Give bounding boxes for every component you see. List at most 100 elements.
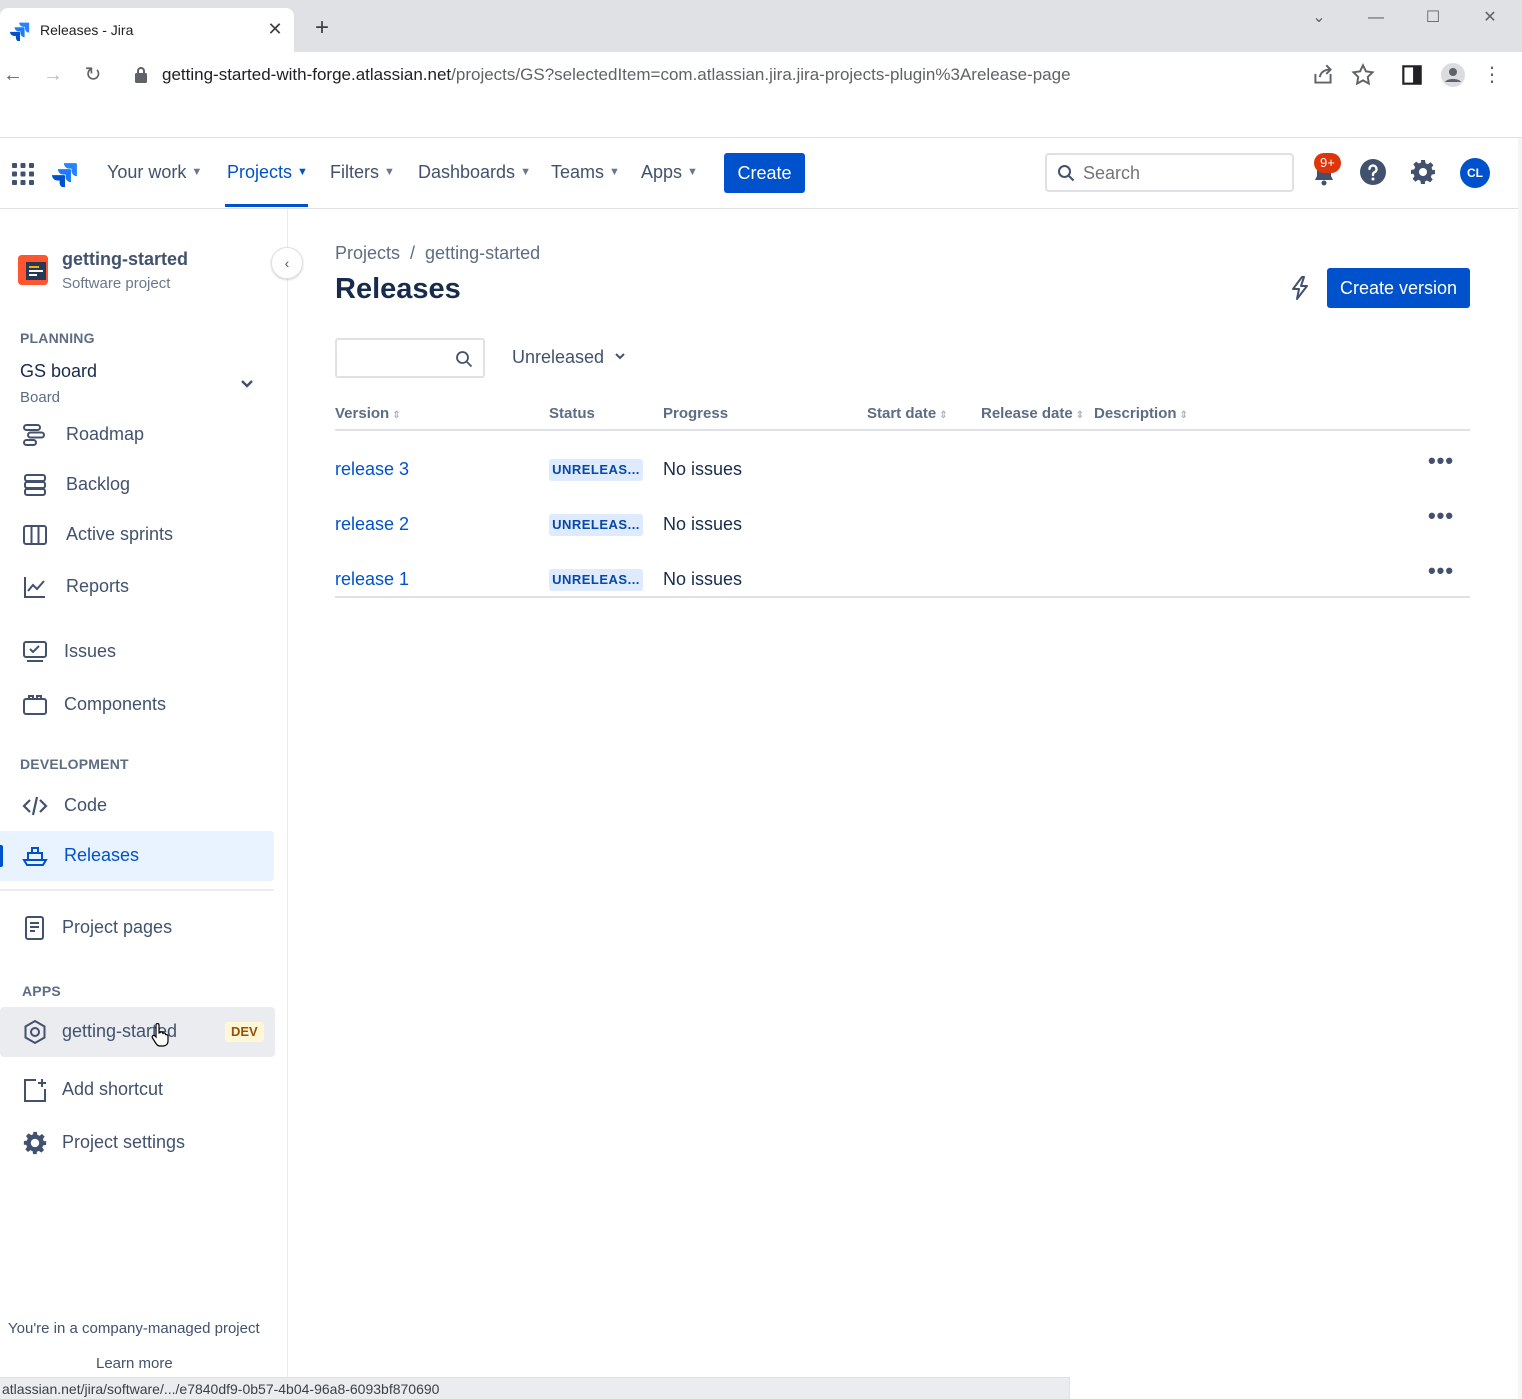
project-name[interactable]: getting-started bbox=[62, 249, 188, 270]
minimize-icon[interactable]: — bbox=[1364, 6, 1388, 30]
column-header-version[interactable]: Version ⇕ bbox=[335, 405, 401, 422]
active-nav-indicator bbox=[225, 204, 308, 207]
search-input[interactable] bbox=[1083, 161, 1283, 185]
collapse-sidebar-button[interactable]: ‹ bbox=[271, 247, 303, 279]
profile-icon[interactable] bbox=[1440, 62, 1466, 88]
sidebar-item-add-shortcut[interactable]: Add shortcut bbox=[0, 1065, 274, 1115]
bookmark-star-icon[interactable] bbox=[1350, 62, 1376, 88]
global-search[interactable] bbox=[1045, 153, 1294, 192]
column-header-start-date[interactable]: Start date ⇕ bbox=[867, 405, 948, 422]
sidebar-item-label: Roadmap bbox=[66, 424, 145, 444]
board-switcher[interactable]: GS board bbox=[20, 361, 97, 382]
reports-icon bbox=[24, 577, 45, 598]
version-search-field[interactable] bbox=[335, 338, 485, 378]
settings-gear-icon[interactable] bbox=[1409, 158, 1437, 186]
page-top-spacer bbox=[0, 98, 1522, 138]
lock-icon[interactable] bbox=[134, 66, 148, 84]
sidebar-item-reports[interactable]: Reports bbox=[0, 562, 274, 612]
sidebar-item-label: Code bbox=[64, 795, 108, 815]
column-header-status: Status bbox=[549, 405, 595, 422]
window-edge bbox=[1518, 138, 1522, 1399]
nav-filters[interactable]: Filters ▼ bbox=[330, 162, 395, 183]
tab-search-icon[interactable]: ⌄ bbox=[1307, 6, 1331, 30]
reload-icon[interactable]: ↻ bbox=[80, 62, 106, 88]
maximize-icon[interactable]: ☐ bbox=[1421, 6, 1445, 30]
page-title: Releases bbox=[335, 273, 461, 305]
breadcrumb: Projects / getting-started bbox=[335, 243, 540, 264]
status-lozenge: UNRELEAS... bbox=[549, 569, 643, 591]
user-avatar[interactable]: CL bbox=[1460, 158, 1490, 188]
sort-icon: ⇕ bbox=[1075, 410, 1085, 421]
column-header-description[interactable]: Description ⇕ bbox=[1094, 405, 1188, 422]
help-icon[interactable] bbox=[1359, 158, 1387, 186]
side-panel-icon[interactable] bbox=[1399, 62, 1425, 88]
sidebar-item-backlog[interactable]: Backlog bbox=[0, 460, 274, 510]
version-link[interactable]: release 2 bbox=[335, 514, 409, 535]
back-icon[interactable]: ← bbox=[0, 62, 26, 88]
sidebar-item-label: Issues bbox=[64, 641, 117, 661]
project-avatar-icon[interactable] bbox=[18, 255, 48, 285]
nav-dashboards[interactable]: Dashboards ▼ bbox=[418, 162, 531, 183]
nav-projects[interactable]: Projects ▼ bbox=[227, 162, 308, 183]
sidebar-item-components[interactable]: Components bbox=[0, 680, 274, 730]
chevron-down-icon: ▼ bbox=[297, 166, 308, 178]
table-bottom-divider bbox=[335, 596, 1470, 598]
sidebar-item-active-sprints[interactable]: Active sprints bbox=[0, 510, 274, 560]
sidebar-item-app-getting-started[interactable]: getting-started DEV bbox=[0, 1007, 275, 1057]
share-icon[interactable] bbox=[1310, 62, 1336, 88]
development-section-label: DEVELOPMENT bbox=[20, 756, 129, 772]
url-path: /projects/GS?selectedItem=com.atlassian.… bbox=[451, 65, 1071, 84]
create-button[interactable]: Create bbox=[724, 153, 805, 193]
add-shortcut-icon bbox=[24, 1079, 46, 1102]
address-bar[interactable]: getting-started-with-forge.atlassian.net… bbox=[162, 65, 1071, 85]
new-tab-icon[interactable]: + bbox=[310, 16, 334, 40]
app-switcher-icon[interactable] bbox=[12, 163, 34, 185]
tab-close-icon[interactable]: ✕ bbox=[264, 18, 286, 40]
apps-section-label: APPS bbox=[22, 983, 61, 999]
version-link[interactable]: release 1 bbox=[335, 569, 409, 590]
more-actions-icon[interactable]: ••• bbox=[1423, 505, 1459, 534]
backlog-icon bbox=[24, 474, 46, 496]
forward-icon[interactable]: → bbox=[40, 62, 66, 88]
sidebar-item-releases[interactable]: Releases bbox=[0, 831, 274, 881]
chevron-down-icon[interactable] bbox=[238, 375, 256, 393]
column-header-release-date[interactable]: Release date ⇕ bbox=[981, 405, 1084, 422]
nav-apps[interactable]: Apps ▼ bbox=[641, 162, 698, 183]
learn-more-link[interactable]: Learn more bbox=[96, 1355, 173, 1372]
sidebar-item-label: Active sprints bbox=[66, 524, 174, 544]
close-window-icon[interactable]: ✕ bbox=[1478, 6, 1502, 30]
sidebar-item-project-pages[interactable]: Project pages bbox=[0, 903, 274, 953]
browser-tab-bar: Releases - Jira ✕ + ⌄ — ☐ ✕ bbox=[0, 0, 1522, 52]
chevron-down-icon: ▼ bbox=[520, 166, 531, 178]
breadcrumb-project[interactable]: getting-started bbox=[425, 243, 540, 263]
sidebar-item-project-settings[interactable]: Project settings bbox=[0, 1118, 274, 1168]
nav-filters-label: Filters bbox=[330, 162, 379, 182]
sidebar-item-issues[interactable]: Issues bbox=[0, 627, 274, 677]
more-actions-icon[interactable]: ••• bbox=[1423, 560, 1459, 589]
version-link[interactable]: release 3 bbox=[335, 459, 409, 480]
lightning-feedback-icon[interactable] bbox=[1288, 275, 1312, 301]
jira-logo-icon[interactable] bbox=[52, 161, 78, 187]
planning-section-label: PLANNING bbox=[20, 330, 95, 346]
active-sprints-icon bbox=[23, 525, 47, 545]
jira-favicon-icon bbox=[10, 22, 30, 41]
create-version-button[interactable]: Create version bbox=[1327, 268, 1470, 308]
more-actions-icon[interactable]: ••• bbox=[1423, 450, 1459, 479]
project-pages-icon bbox=[25, 916, 44, 940]
version-search-input[interactable] bbox=[345, 348, 450, 368]
browser-menu-icon[interactable]: ⋮ bbox=[1479, 62, 1505, 88]
search-icon bbox=[1058, 165, 1075, 182]
sidebar-item-roadmap[interactable]: Roadmap bbox=[0, 410, 274, 460]
browser-tab[interactable]: Releases - Jira ✕ bbox=[0, 8, 294, 52]
status-filter-dropdown[interactable]: Unreleased bbox=[512, 347, 626, 368]
nav-your-work-label: Your work bbox=[107, 162, 187, 182]
nav-projects-label: Projects bbox=[227, 162, 293, 182]
table-header-divider bbox=[335, 429, 1470, 431]
nav-your-work[interactable]: Your work ▼ bbox=[107, 162, 202, 183]
breadcrumb-projects[interactable]: Projects bbox=[335, 243, 400, 263]
notification-count-badge: 9+ bbox=[1314, 153, 1341, 173]
nav-teams[interactable]: Teams ▼ bbox=[551, 162, 620, 183]
search-icon bbox=[456, 351, 473, 368]
table-row: release 1 UNRELEAS... No issues ••• bbox=[335, 557, 1470, 612]
sidebar-item-code[interactable]: Code bbox=[0, 781, 274, 831]
